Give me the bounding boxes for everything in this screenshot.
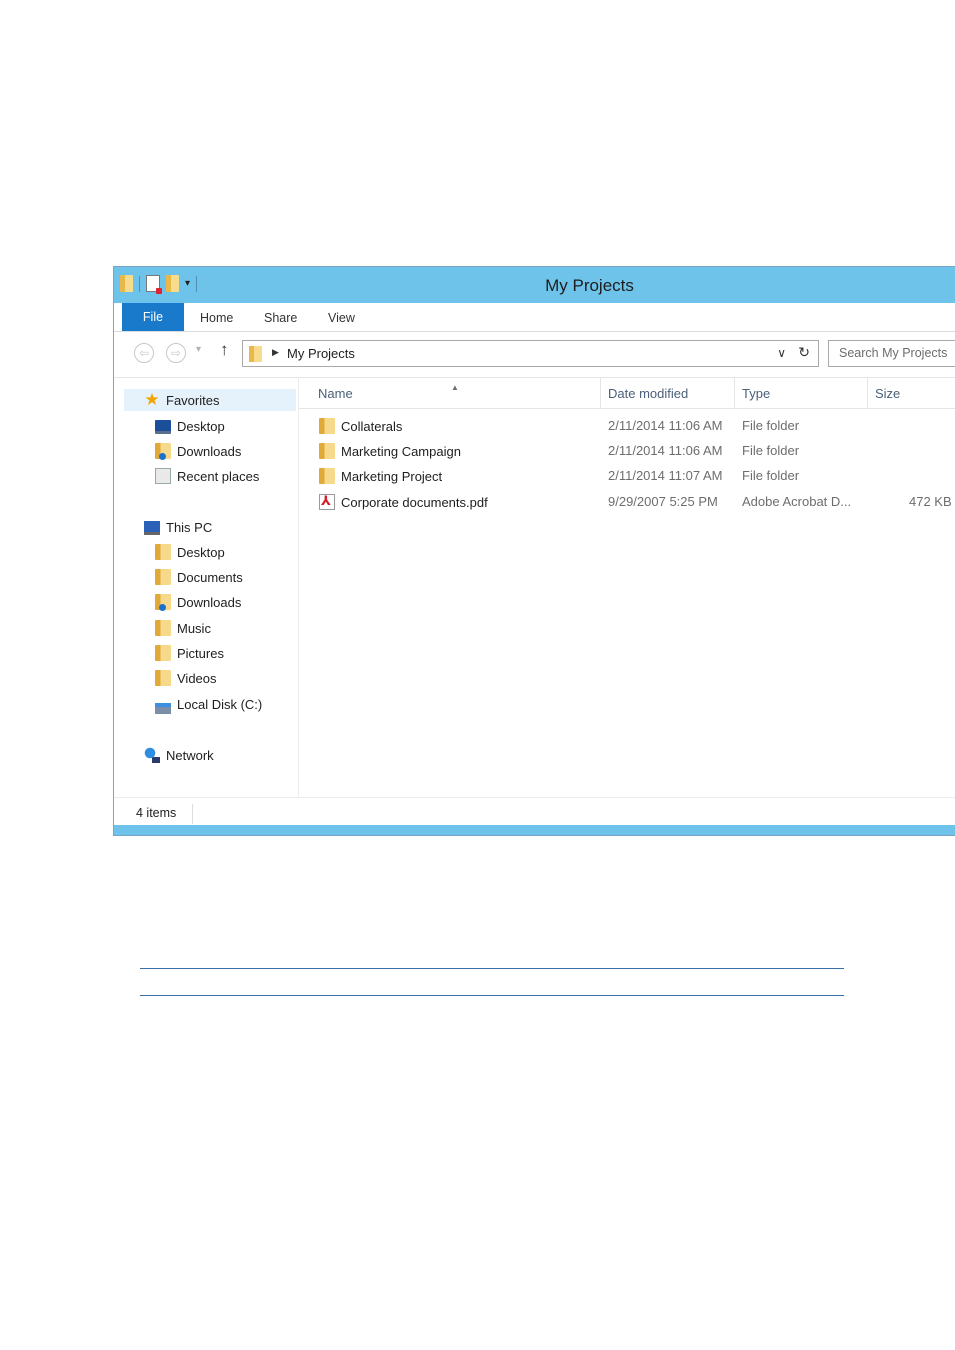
nav-item-label: Recent places bbox=[177, 468, 260, 484]
status-divider bbox=[192, 804, 193, 824]
nav-item-label: Desktop bbox=[177, 544, 225, 560]
nav-item-label: Network bbox=[166, 747, 214, 763]
nav-favorites-downloads[interactable]: Downloads bbox=[155, 440, 241, 462]
nav-this-pc-pictures[interactable]: Pictures bbox=[155, 642, 224, 664]
file-name: Corporate documents.pdf bbox=[341, 494, 488, 510]
file-date: 2/11/2014 11:06 AM bbox=[608, 443, 723, 458]
nav-this-pc-local-disk[interactable]: Local Disk (C:) bbox=[155, 693, 262, 715]
back-button[interactable]: ⇦ bbox=[134, 343, 154, 363]
documents-folder-icon bbox=[155, 569, 171, 585]
file-type: File folder bbox=[742, 418, 800, 433]
nav-this-pc-documents[interactable]: Documents bbox=[155, 566, 243, 588]
nav-item-label: Downloads bbox=[177, 594, 242, 610]
nav-this-pc-videos[interactable]: Videos bbox=[155, 667, 217, 689]
nav-favorites[interactable]: ★ Favorites bbox=[124, 389, 296, 411]
breadcrumb-arrow-icon[interactable]: ▶ bbox=[272, 347, 279, 358]
file-date: 2/11/2014 11:07 AM bbox=[608, 468, 723, 483]
file-row[interactable]: Corporate documents.pdf 9/29/2007 5:25 P… bbox=[299, 491, 955, 516]
nav-network[interactable]: Network bbox=[144, 744, 214, 766]
file-type: File folder bbox=[742, 468, 800, 483]
address-bar[interactable]: ▶ My Projects ∨ ↻ bbox=[242, 340, 819, 367]
file-explorer-window: ▾ My Projects File Home Share View ⇦ ⇨ ▾… bbox=[113, 266, 955, 836]
computer-icon bbox=[144, 520, 160, 535]
nav-item-label: Favorites bbox=[166, 392, 220, 408]
nav-this-pc-downloads[interactable]: Downloads bbox=[155, 591, 241, 613]
refresh-icon[interactable]: ↻ bbox=[798, 344, 810, 361]
folder-icon bbox=[319, 443, 335, 459]
desktop-icon bbox=[155, 420, 171, 434]
forward-button[interactable]: ⇨ bbox=[166, 343, 186, 363]
nav-this-pc-music[interactable]: Music bbox=[155, 617, 211, 639]
nav-item-label: Music bbox=[177, 620, 211, 636]
tab-share[interactable]: Share bbox=[264, 303, 297, 331]
title-bar: ▾ My Projects bbox=[114, 267, 955, 303]
recent-locations-dropdown-icon[interactable]: ▾ bbox=[196, 344, 201, 355]
file-name-cell[interactable]: Corporate documents.pdf bbox=[319, 493, 488, 510]
file-name: Marketing Project bbox=[341, 468, 443, 484]
pdf-file-icon bbox=[319, 493, 335, 510]
tab-view[interactable]: View bbox=[328, 303, 355, 331]
file-date: 2/11/2014 11:06 AM bbox=[608, 418, 723, 433]
nav-item-label: Local Disk (C:) bbox=[177, 696, 263, 712]
tab-home[interactable]: Home bbox=[200, 303, 233, 331]
videos-folder-icon bbox=[155, 670, 171, 686]
pictures-folder-icon bbox=[155, 645, 171, 661]
item-count: 4 items bbox=[136, 806, 177, 820]
desktop-folder-icon bbox=[155, 544, 171, 560]
file-name-cell[interactable]: Marketing Campaign bbox=[319, 443, 461, 459]
file-type: File folder bbox=[742, 443, 800, 458]
navigation-pane: ★ Favorites Desktop Downloads Recent pla… bbox=[114, 377, 299, 797]
column-header-name[interactable]: ▲ Name bbox=[299, 377, 601, 408]
nav-this-pc-desktop[interactable]: Desktop bbox=[155, 541, 225, 563]
nav-favorites-recent-places[interactable]: Recent places bbox=[155, 465, 259, 487]
breadcrumb-path[interactable]: My Projects bbox=[287, 346, 355, 361]
file-row[interactable]: Marketing Campaign 2/11/2014 11:06 AM Fi… bbox=[299, 440, 955, 465]
file-row[interactable]: Collaterals 2/11/2014 11:06 AM File fold… bbox=[299, 415, 955, 440]
file-name: Collaterals bbox=[341, 418, 403, 434]
file-name-cell[interactable]: Collaterals bbox=[319, 418, 402, 434]
nav-item-label: Pictures bbox=[177, 645, 224, 661]
column-header-type[interactable]: Type bbox=[735, 377, 868, 408]
caption-rule-bottom bbox=[140, 995, 844, 996]
ribbon-tabs: File Home Share View bbox=[114, 303, 955, 332]
column-header-date-modified[interactable]: Date modified bbox=[601, 377, 735, 408]
address-dropdown-icon[interactable]: ∨ bbox=[777, 346, 786, 360]
up-button[interactable]: ↑ bbox=[220, 340, 229, 360]
nav-favorites-desktop[interactable]: Desktop bbox=[155, 415, 225, 437]
folder-icon bbox=[319, 468, 335, 484]
nav-this-pc[interactable]: This PC bbox=[144, 516, 212, 538]
nav-item-label: Videos bbox=[177, 670, 217, 686]
nav-item-label: This PC bbox=[166, 519, 213, 535]
file-date: 9/29/2007 5:25 PM bbox=[608, 494, 718, 509]
file-type: Adobe Acrobat D... bbox=[742, 494, 852, 509]
search-input[interactable]: Search My Projects bbox=[828, 340, 955, 367]
window-bottom-border bbox=[114, 825, 955, 835]
local-disk-icon bbox=[155, 702, 171, 714]
navigation-bar: ⇦ ⇨ ▾ ↑ ▶ My Projects ∨ ↻ Search My Proj… bbox=[114, 332, 955, 378]
file-name: Marketing Campaign bbox=[341, 443, 461, 459]
folder-icon bbox=[319, 418, 335, 434]
window-title: My Projects bbox=[545, 276, 634, 295]
file-size: 472 KB bbox=[909, 494, 952, 509]
caption-rule-top bbox=[140, 968, 844, 969]
column-header-label: Name bbox=[318, 386, 353, 401]
column-header-size[interactable]: Size bbox=[868, 377, 955, 408]
file-row[interactable]: Marketing Project 2/11/2014 11:07 AM Fil… bbox=[299, 465, 955, 490]
folder-icon bbox=[249, 346, 262, 362]
tab-file[interactable]: File bbox=[122, 303, 184, 331]
recent-places-icon bbox=[155, 468, 171, 484]
column-headers: ▲ Name Date modified Type Size bbox=[299, 377, 955, 409]
file-name-cell[interactable]: Marketing Project bbox=[319, 468, 442, 484]
nav-item-label: Desktop bbox=[177, 418, 225, 434]
downloads-folder-icon bbox=[155, 594, 171, 611]
music-folder-icon bbox=[155, 620, 171, 636]
nav-item-label: Downloads bbox=[177, 443, 242, 459]
downloads-folder-icon bbox=[155, 443, 171, 460]
nav-item-label: Documents bbox=[177, 569, 243, 585]
star-icon: ★ bbox=[144, 390, 160, 409]
status-bar: 4 items bbox=[114, 797, 955, 828]
network-icon bbox=[144, 747, 160, 763]
sort-ascending-icon: ▲ bbox=[451, 383, 459, 392]
